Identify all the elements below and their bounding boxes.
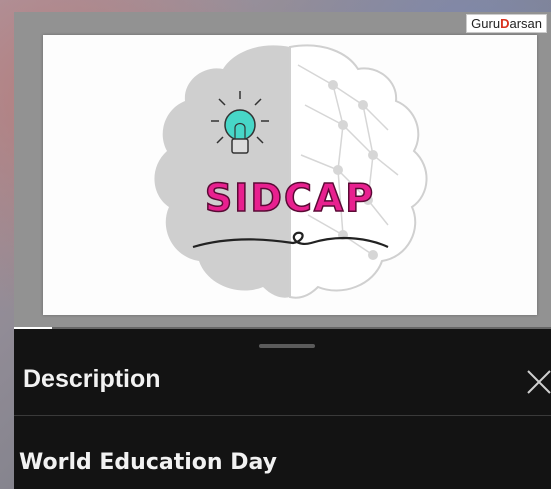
sidcap-logo: SIDCAP — [154, 44, 428, 299]
video-player[interactable]: GuruDarsan SIDCAP — [14, 12, 551, 328]
video-title: World Education Day — [19, 450, 277, 475]
close-button[interactable] — [524, 367, 551, 397]
brain-right-half — [289, 44, 428, 299]
description-sheet: Description World Education Day — [14, 329, 551, 489]
brain-left-half — [154, 45, 290, 298]
channel-watermark: GuruDarsan — [466, 14, 547, 33]
logo-text: SIDCAP — [205, 176, 375, 220]
drag-handle[interactable] — [259, 344, 315, 348]
close-icon — [527, 370, 551, 394]
video-frame: SIDCAP — [43, 35, 537, 315]
divider — [14, 415, 551, 416]
sheet-title: Description — [23, 365, 161, 393]
